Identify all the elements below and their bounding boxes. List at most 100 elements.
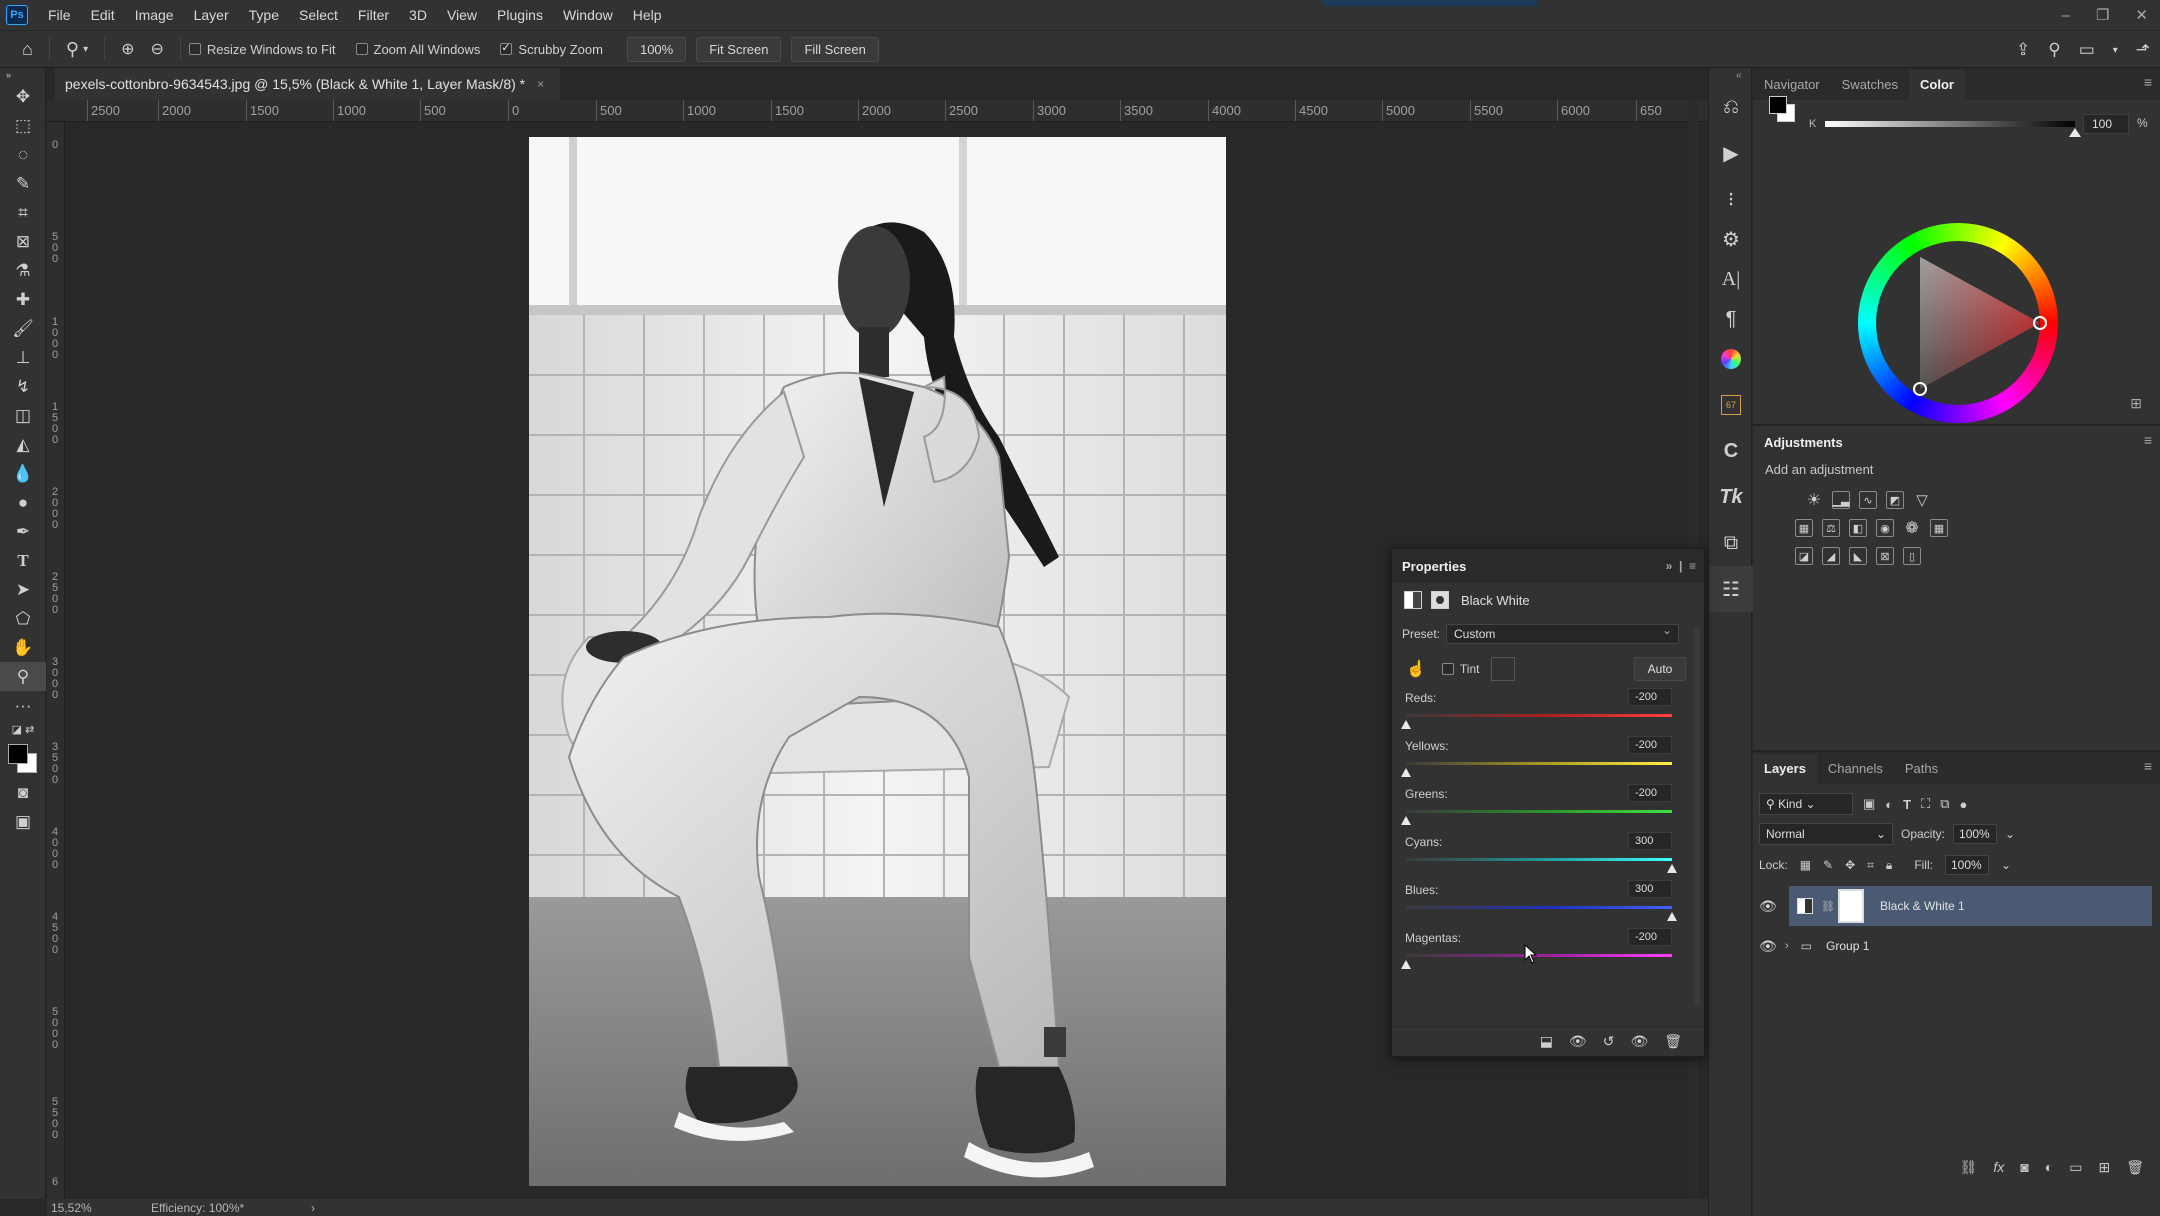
filter-toggle-icon[interactable]: ● bbox=[1960, 797, 1968, 812]
curves-icon[interactable]: ∿ bbox=[1859, 491, 1877, 509]
resize-windows-checkbox[interactable]: Resize Windows to Fit bbox=[188, 42, 336, 57]
slider-track[interactable] bbox=[1406, 858, 1672, 861]
levels-icon[interactable]: ▁▃ bbox=[1832, 491, 1850, 509]
k-slider-thumb[interactable] bbox=[2069, 128, 2081, 137]
toggle-visibility-icon[interactable]: 👁︎ bbox=[1630, 1033, 1648, 1050]
pixel-filter-icon[interactable]: ▣ bbox=[1863, 796, 1875, 812]
layer-name[interactable]: Black & White 1 bbox=[1880, 899, 1965, 913]
layer-row-black-white[interactable]: 👁︎ ⛓ Black & White 1 bbox=[1759, 886, 2152, 926]
mask-link-icon[interactable]: ⛓ bbox=[1821, 900, 1835, 913]
type-filter-icon[interactable]: T bbox=[1903, 797, 1911, 812]
menu-3d[interactable]: 3D bbox=[399, 0, 437, 30]
new-adjustment-icon[interactable]: ◐ bbox=[2045, 1159, 2053, 1175]
brush-settings-icon[interactable]: ⚙ bbox=[1709, 222, 1753, 256]
close-icon[interactable]: × bbox=[537, 77, 544, 91]
foreground-color-swatch[interactable] bbox=[1769, 96, 1787, 114]
lock-all-icon[interactable]: 🔒︎ bbox=[1886, 858, 1892, 873]
blend-mode-select[interactable]: Normal ⌄ bbox=[1759, 823, 1893, 845]
move-tool-icon[interactable]: ✥ bbox=[0, 82, 46, 111]
adjustment-layer-thumbnail[interactable] bbox=[1797, 898, 1813, 914]
properties-header[interactable]: Properties » | ≡ bbox=[1392, 549, 1704, 583]
healing-brush-tool-icon[interactable]: ✚ bbox=[0, 285, 46, 314]
lock-pixels-icon[interactable]: ✎ bbox=[1823, 858, 1833, 872]
restore-icon[interactable]: ❐ bbox=[2096, 6, 2109, 24]
menu-plugins[interactable]: Plugins bbox=[487, 0, 553, 30]
slider-track[interactable] bbox=[1406, 762, 1672, 765]
eyedropper-tool-icon[interactable]: ⚗ bbox=[0, 256, 46, 285]
more-tools-icon[interactable]: ··· bbox=[0, 691, 46, 720]
color-plugin-icon[interactable] bbox=[1709, 336, 1753, 382]
vibrance-icon[interactable]: ▦ bbox=[1795, 519, 1813, 537]
pen-tool-icon[interactable]: ✒ bbox=[0, 517, 46, 546]
slider-track[interactable] bbox=[1406, 810, 1672, 813]
clip-to-layer-icon[interactable]: ⬓ bbox=[1540, 1033, 1553, 1050]
k-value-field[interactable]: 100 bbox=[2083, 114, 2129, 134]
menu-filter[interactable]: Filter bbox=[348, 0, 399, 30]
hue-saturation-icon[interactable]: ⚖ bbox=[1822, 519, 1840, 537]
lock-transparent-icon[interactable]: ▦ bbox=[1800, 858, 1811, 872]
slider-thumb[interactable] bbox=[1401, 816, 1411, 825]
kind-filter-select[interactable]: ⚲ Kind ⌄ bbox=[1759, 793, 1853, 815]
menu-layer[interactable]: Layer bbox=[184, 0, 239, 30]
zoom-tool-icon[interactable]: ⚲ bbox=[66, 39, 79, 60]
history-brush-tool-icon[interactable]: ↯ bbox=[0, 372, 46, 401]
zoom-all-windows-checkbox[interactable]: Zoom All Windows bbox=[355, 42, 480, 57]
preset-select[interactable]: Custom bbox=[1446, 623, 1680, 644]
color-wheel[interactable] bbox=[1858, 223, 2058, 426]
tab-layers[interactable]: Layers bbox=[1753, 754, 1817, 784]
link-layers-icon[interactable]: ⛓ bbox=[1960, 1159, 1978, 1176]
tab-adjustments[interactable]: Adjustments bbox=[1753, 428, 1854, 458]
fill-field[interactable]: 100% bbox=[1944, 855, 1989, 875]
lock-position-icon[interactable]: ✥ bbox=[1845, 858, 1855, 872]
selective-color-icon[interactable]: ⊠ bbox=[1876, 547, 1894, 565]
chevron-down-icon[interactable]: ▾ bbox=[2113, 45, 2118, 56]
mask-properties-icon[interactable] bbox=[1431, 591, 1449, 609]
slider-thumb[interactable] bbox=[1667, 864, 1677, 873]
layer-mask-thumbnail[interactable] bbox=[1837, 889, 1864, 923]
fx-icon[interactable]: fx bbox=[1993, 1159, 2004, 1175]
slider-thumb[interactable] bbox=[1667, 912, 1677, 921]
k-slider[interactable] bbox=[1825, 121, 2075, 127]
scrubby-zoom-checkbox[interactable]: Scrubby Zoom bbox=[500, 41, 603, 57]
tab-color[interactable]: Color bbox=[1909, 70, 1965, 100]
view-previous-icon[interactable]: 👁︎ bbox=[1569, 1033, 1587, 1050]
checkbox-checked-icon[interactable] bbox=[500, 41, 513, 55]
plugin-square-icon[interactable]: 67 bbox=[1709, 382, 1753, 428]
export-icon[interactable]: ⬏ bbox=[2136, 40, 2150, 60]
add-mask-icon[interactable]: ◙ bbox=[2020, 1159, 2028, 1175]
paragraph-panel-icon[interactable]: ¶ bbox=[1709, 302, 1753, 336]
chevron-down-icon[interactable]: ⌄ bbox=[2001, 858, 2011, 872]
adjustment-properties-icon[interactable] bbox=[1404, 591, 1422, 609]
auto-button[interactable]: Auto bbox=[1634, 657, 1686, 681]
paint-bucket-tool-icon[interactable]: ◭ bbox=[0, 430, 46, 459]
clone-stamp-tool-icon[interactable]: ⊥ bbox=[0, 343, 46, 372]
channel-mixer-icon[interactable]: ❁ bbox=[1903, 519, 1921, 537]
add-icon[interactable]: ⊞ bbox=[2130, 395, 2142, 412]
type-tool-icon[interactable]: T bbox=[0, 546, 46, 575]
gradient-triangle-icon[interactable]: ▽ bbox=[1913, 491, 1931, 509]
actions-panel-icon[interactable]: ▶ bbox=[1709, 130, 1753, 176]
tint-checkbox[interactable] bbox=[1441, 663, 1454, 675]
opacity-field[interactable]: 100% bbox=[1953, 824, 1998, 844]
layer-row-group[interactable]: 👁︎ › ▭ Group 1 bbox=[1753, 926, 2160, 966]
panel-menu-icon[interactable]: ≡ bbox=[2144, 74, 2152, 90]
slider-value-field[interactable]: 300 bbox=[1628, 832, 1672, 850]
tab-paths[interactable]: Paths bbox=[1894, 754, 1949, 784]
fill-screen-button[interactable]: Fill Screen bbox=[791, 36, 879, 62]
menu-image[interactable]: Image bbox=[125, 0, 184, 30]
photo-filter-icon[interactable]: ◉ bbox=[1876, 519, 1894, 537]
slider-value-field[interactable]: -200 bbox=[1628, 928, 1672, 946]
history-panel-icon[interactable]: ⎌ bbox=[1709, 84, 1753, 130]
tab-swatches[interactable]: Swatches bbox=[1831, 70, 1909, 100]
chevron-down-icon[interactable]: ⌄ bbox=[2005, 827, 2015, 841]
refresh-plugin-icon[interactable]: C bbox=[1709, 428, 1753, 474]
brush-tool-icon[interactable]: 🖌 bbox=[0, 314, 46, 343]
panel-menu-icon[interactable]: ≡ bbox=[2144, 758, 2152, 774]
gradient-map-icon[interactable]: ▯ bbox=[1903, 547, 1921, 565]
zoom-out-icon[interactable]: ⊖ bbox=[151, 39, 164, 59]
slider-track[interactable] bbox=[1406, 906, 1672, 909]
zoom-level[interactable]: 15,52% bbox=[51, 1201, 141, 1215]
path-selection-tool-icon[interactable]: ➤ bbox=[0, 575, 46, 604]
shape-tool-icon[interactable]: ⬠ bbox=[0, 604, 46, 633]
checkbox-icon[interactable] bbox=[355, 43, 368, 55]
